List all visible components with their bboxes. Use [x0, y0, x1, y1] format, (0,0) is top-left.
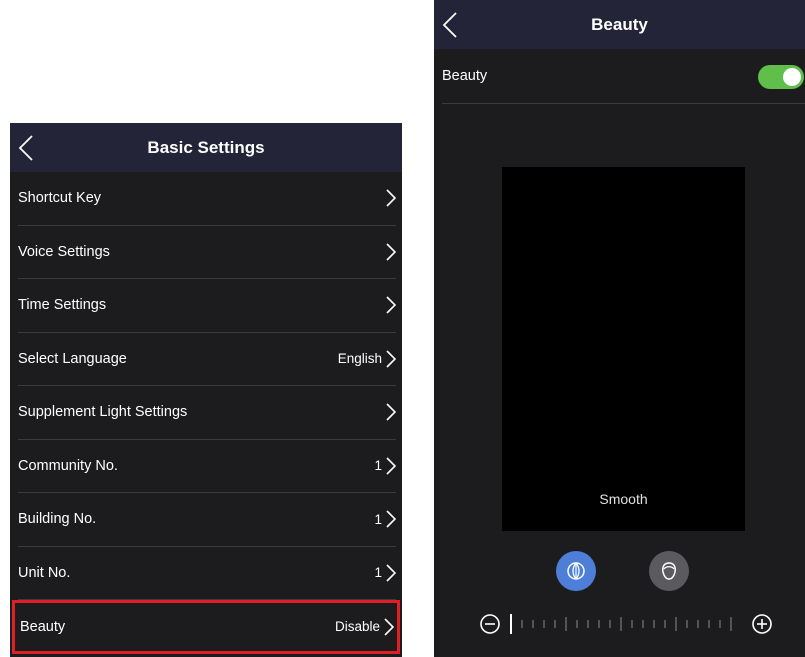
beauty-screen: Beauty Beauty Smooth — [434, 0, 805, 657]
settings-item-label: Beauty — [20, 618, 66, 635]
settings-item-voice-settings[interactable]: Voice Settings — [18, 226, 396, 279]
basic-settings-header: Basic Settings — [10, 123, 402, 172]
beauty-header: Beauty — [434, 0, 805, 49]
settings-item-value: 1 — [374, 458, 382, 474]
chevron-right-icon — [386, 403, 396, 421]
settings-item-select-language[interactable]: Select Language English — [18, 333, 396, 386]
smooth-mode-button[interactable] — [556, 551, 596, 591]
face-outline-icon — [662, 562, 676, 580]
settings-item-value: English — [337, 351, 382, 367]
settings-item-label: Select Language — [18, 350, 127, 367]
chevron-right-icon — [386, 564, 396, 582]
chevron-right-icon — [386, 350, 396, 368]
settings-item-label: Voice Settings — [18, 243, 110, 260]
chevron-left-icon — [18, 134, 33, 161]
slider-track[interactable] — [510, 614, 742, 634]
camera-preview: Smooth — [502, 167, 745, 531]
settings-item-unit-no[interactable]: Unit No. 1 — [18, 547, 396, 600]
settings-item-label: Shortcut Key — [18, 190, 102, 207]
beauty-toggle-switch[interactable] — [758, 65, 804, 89]
back-button[interactable] — [18, 123, 52, 172]
settings-item-label: Building No. — [18, 511, 97, 528]
settings-item-value: Disable — [334, 619, 380, 635]
smooth-icon — [567, 562, 585, 580]
settings-item-value: 1 — [374, 565, 382, 581]
beauty-toggle-row: Beauty — [442, 49, 805, 104]
settings-item-label: Supplement Light Settings — [18, 404, 188, 421]
chevron-right-icon — [386, 510, 396, 528]
chevron-right-icon — [386, 296, 396, 314]
settings-item-label: Community No. — [18, 457, 118, 474]
settings-item-label: Time Settings — [18, 297, 107, 314]
plus-circle-icon[interactable] — [750, 612, 774, 636]
chevron-right-icon — [384, 618, 394, 636]
chevron-right-icon — [386, 457, 396, 475]
settings-item-supplement-light[interactable]: Supplement Light Settings — [18, 386, 396, 440]
page-title: Beauty — [591, 14, 648, 34]
back-button[interactable] — [442, 0, 476, 49]
settings-item-time-settings[interactable]: Time Settings — [18, 279, 396, 333]
settings-item-label: Unit No. — [18, 564, 71, 581]
settings-item-building-no[interactable]: Building No. 1 — [18, 493, 396, 547]
face-shape-mode-button[interactable] — [649, 551, 689, 591]
settings-item-shortcut-key[interactable]: Shortcut Key — [18, 172, 396, 226]
chevron-left-icon — [442, 11, 457, 38]
beauty-level-slider — [478, 612, 774, 636]
basic-settings-screen: Basic Settings Shortcut Key Voice Settin… — [10, 123, 402, 657]
settings-item-value: 1 — [374, 511, 382, 527]
settings-list: Shortcut Key Voice Settings Time Setting… — [10, 172, 402, 654]
settings-item-community-no[interactable]: Community No. 1 — [18, 440, 396, 493]
minus-circle-icon[interactable] — [478, 612, 502, 636]
chevron-right-icon — [386, 189, 396, 207]
beauty-toggle-label: Beauty — [442, 68, 488, 84]
settings-item-beauty[interactable]: Beauty Disable — [12, 600, 400, 654]
preview-caption: Smooth — [599, 491, 648, 507]
toggle-knob — [783, 68, 801, 86]
chevron-right-icon — [386, 243, 396, 261]
page-title: Basic Settings — [147, 137, 265, 157]
